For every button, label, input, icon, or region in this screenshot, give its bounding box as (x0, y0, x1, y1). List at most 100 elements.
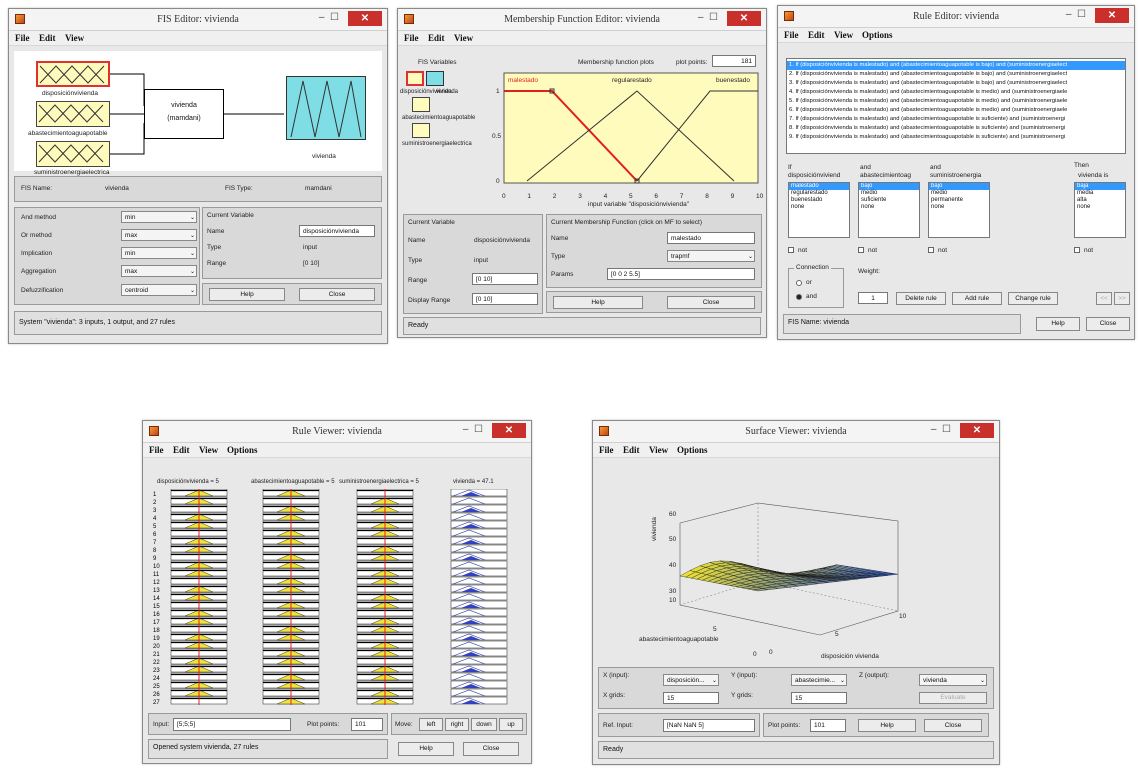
not-checkbox[interactable] (1074, 247, 1080, 253)
rule-item[interactable]: 8. If (disposiciónvivienda is malestado)… (787, 124, 1125, 133)
window-controls[interactable]: – ☐ (698, 12, 718, 23)
menu-file[interactable]: File (599, 445, 614, 455)
var-input[interactable] (412, 97, 430, 112)
rule-item[interactable]: 2. If (disposiciónvivienda is malestado)… (787, 70, 1125, 79)
rule-item[interactable]: 9. If (disposiciónvivienda is malestado)… (787, 133, 1125, 142)
rule-item[interactable]: 7. If (disposiciónvivienda is malestado)… (787, 115, 1125, 124)
output-block[interactable] (286, 76, 366, 140)
menu-file[interactable]: File (149, 445, 164, 455)
x-grids-field[interactable]: 15 (663, 692, 719, 704)
close-button[interactable]: Close (1086, 317, 1130, 331)
range-field[interactable]: [0 10] (472, 273, 538, 285)
close-window-icon[interactable]: ✕ (960, 423, 994, 438)
prev-button[interactable]: << (1096, 292, 1112, 305)
menu-edit[interactable]: Edit (623, 445, 640, 455)
mf-name-field[interactable]: malestado (667, 232, 755, 244)
menu-view[interactable]: View (199, 445, 218, 455)
menu-options[interactable]: Options (677, 445, 708, 455)
move-left-button[interactable]: left (419, 718, 443, 731)
not-checkbox[interactable] (788, 247, 794, 253)
rule-item[interactable]: 3. If (disposiciónvivienda is malestado)… (787, 79, 1125, 88)
display-range-field[interactable]: [0 10] (472, 293, 538, 305)
add-rule-button[interactable]: Add rule (952, 292, 1002, 305)
weight-field[interactable]: 1 (858, 292, 888, 304)
and-method-select[interactable]: min ⌄ (121, 211, 197, 223)
plot-points-field[interactable]: 181 (712, 55, 756, 67)
close-window-icon[interactable]: ✕ (348, 11, 382, 26)
z-output-select[interactable]: vivienda ⌄ (919, 674, 987, 686)
var-input-selected[interactable] (406, 71, 424, 86)
implication-select[interactable]: min ⌄ (121, 247, 197, 259)
ref-input-field[interactable]: [NaN NaN 5] (663, 719, 755, 732)
close-window-icon[interactable]: ✕ (727, 11, 761, 26)
or-radio[interactable] (796, 280, 802, 286)
mf-label[interactable]: buenestado (716, 77, 750, 84)
move-right-button[interactable]: right (445, 718, 469, 731)
variable-name-field[interactable]: disposiciónvivienda (299, 225, 375, 237)
y-grids-field[interactable]: 15 (791, 692, 847, 704)
delete-rule-button[interactable]: Delete rule (896, 292, 946, 305)
or-method-select[interactable]: max ⌄ (121, 229, 197, 241)
evaluate-button[interactable]: Evaluate (919, 692, 987, 704)
var-input[interactable] (412, 123, 430, 138)
menu-edit[interactable]: Edit (428, 33, 445, 43)
close-window-icon[interactable]: ✕ (1095, 8, 1129, 23)
x-input-select[interactable]: disposición... ⌄ (663, 674, 719, 686)
close-window-icon[interactable]: ✕ (492, 423, 526, 438)
close-button[interactable]: Close (299, 288, 375, 301)
not-checkbox[interactable] (858, 247, 864, 253)
help-button[interactable]: Help (858, 719, 916, 732)
close-button[interactable]: Close (924, 719, 982, 732)
rule-item[interactable]: 4. If (disposiciónvivienda is malestado)… (787, 88, 1125, 97)
menu-options[interactable]: Options (227, 445, 258, 455)
plot-points-field[interactable]: 101 (810, 719, 846, 732)
mf-label[interactable]: malestado (508, 77, 538, 84)
var-output[interactable] (426, 71, 444, 86)
title-bar[interactable]: FIS Editor: vivienda – ☐ ✕ (9, 9, 387, 31)
menu-file[interactable]: File (784, 30, 799, 40)
window-controls[interactable]: – ☐ (931, 424, 951, 435)
menu-edit[interactable]: Edit (808, 30, 825, 40)
input3-list[interactable]: bajo medio permanente none (928, 182, 990, 238)
menu-view[interactable]: View (454, 33, 473, 43)
move-down-button[interactable]: down (471, 718, 497, 731)
input2-list[interactable]: bajo medio suficiente none (858, 182, 920, 238)
rule-item[interactable]: 5. If (disposiciónvivienda is malestado)… (787, 97, 1125, 106)
title-bar[interactable]: Membership Function Editor: vivienda – ☐ ✕ (398, 9, 766, 31)
defuzzification-select[interactable]: centroid ⌄ (121, 284, 197, 296)
mf-label[interactable]: regularestado (612, 77, 652, 84)
plot-points-field[interactable]: 101 (351, 718, 383, 731)
mf-type-select[interactable]: trapmf ⌄ (667, 250, 755, 262)
params-field[interactable]: [0 0 2 5.5] (607, 268, 755, 280)
aggregation-select[interactable]: max ⌄ (121, 265, 197, 277)
system-block[interactable]: vivienda (mamdani) (144, 89, 224, 139)
and-radio[interactable] (796, 294, 802, 300)
move-up-button[interactable]: up (499, 718, 523, 731)
title-bar[interactable]: Surface Viewer: vivienda – ☐ ✕ (593, 421, 999, 443)
window-controls[interactable]: – ☐ (1066, 9, 1086, 20)
window-controls[interactable]: – ☐ (463, 424, 483, 435)
title-bar[interactable]: Rule Viewer: vivienda – ☐ ✕ (143, 421, 531, 443)
title-bar[interactable]: Rule Editor: vivienda – ☐ ✕ (778, 6, 1134, 28)
not-checkbox[interactable] (928, 247, 934, 253)
window-controls[interactable]: – ☐ (319, 12, 339, 23)
menu-options[interactable]: Options (862, 30, 893, 40)
rule-list[interactable]: 1. If (disposiciónvivienda is malestado)… (786, 58, 1126, 154)
output-list[interactable]: baja media alta none (1074, 182, 1126, 238)
input1-list[interactable]: malestado regularestado buenestado none (788, 182, 850, 238)
menu-file[interactable]: File (15, 33, 30, 43)
rule-item[interactable]: 1. If (disposiciónvivienda is malestado)… (787, 61, 1125, 70)
menu-view[interactable]: View (834, 30, 853, 40)
menu-view[interactable]: View (65, 33, 84, 43)
help-button[interactable]: Help (1036, 317, 1080, 331)
help-button[interactable]: Help (209, 288, 285, 301)
help-button[interactable]: Help (398, 742, 454, 756)
menu-edit[interactable]: Edit (39, 33, 56, 43)
close-button[interactable]: Close (463, 742, 519, 756)
input-field[interactable]: [5;5;5] (173, 718, 291, 731)
next-button[interactable]: >> (1114, 292, 1130, 305)
close-button[interactable]: Close (667, 296, 755, 309)
y-input-select[interactable]: abastecimie... ⌄ (791, 674, 847, 686)
menu-view[interactable]: View (649, 445, 668, 455)
menu-file[interactable]: File (404, 33, 419, 43)
